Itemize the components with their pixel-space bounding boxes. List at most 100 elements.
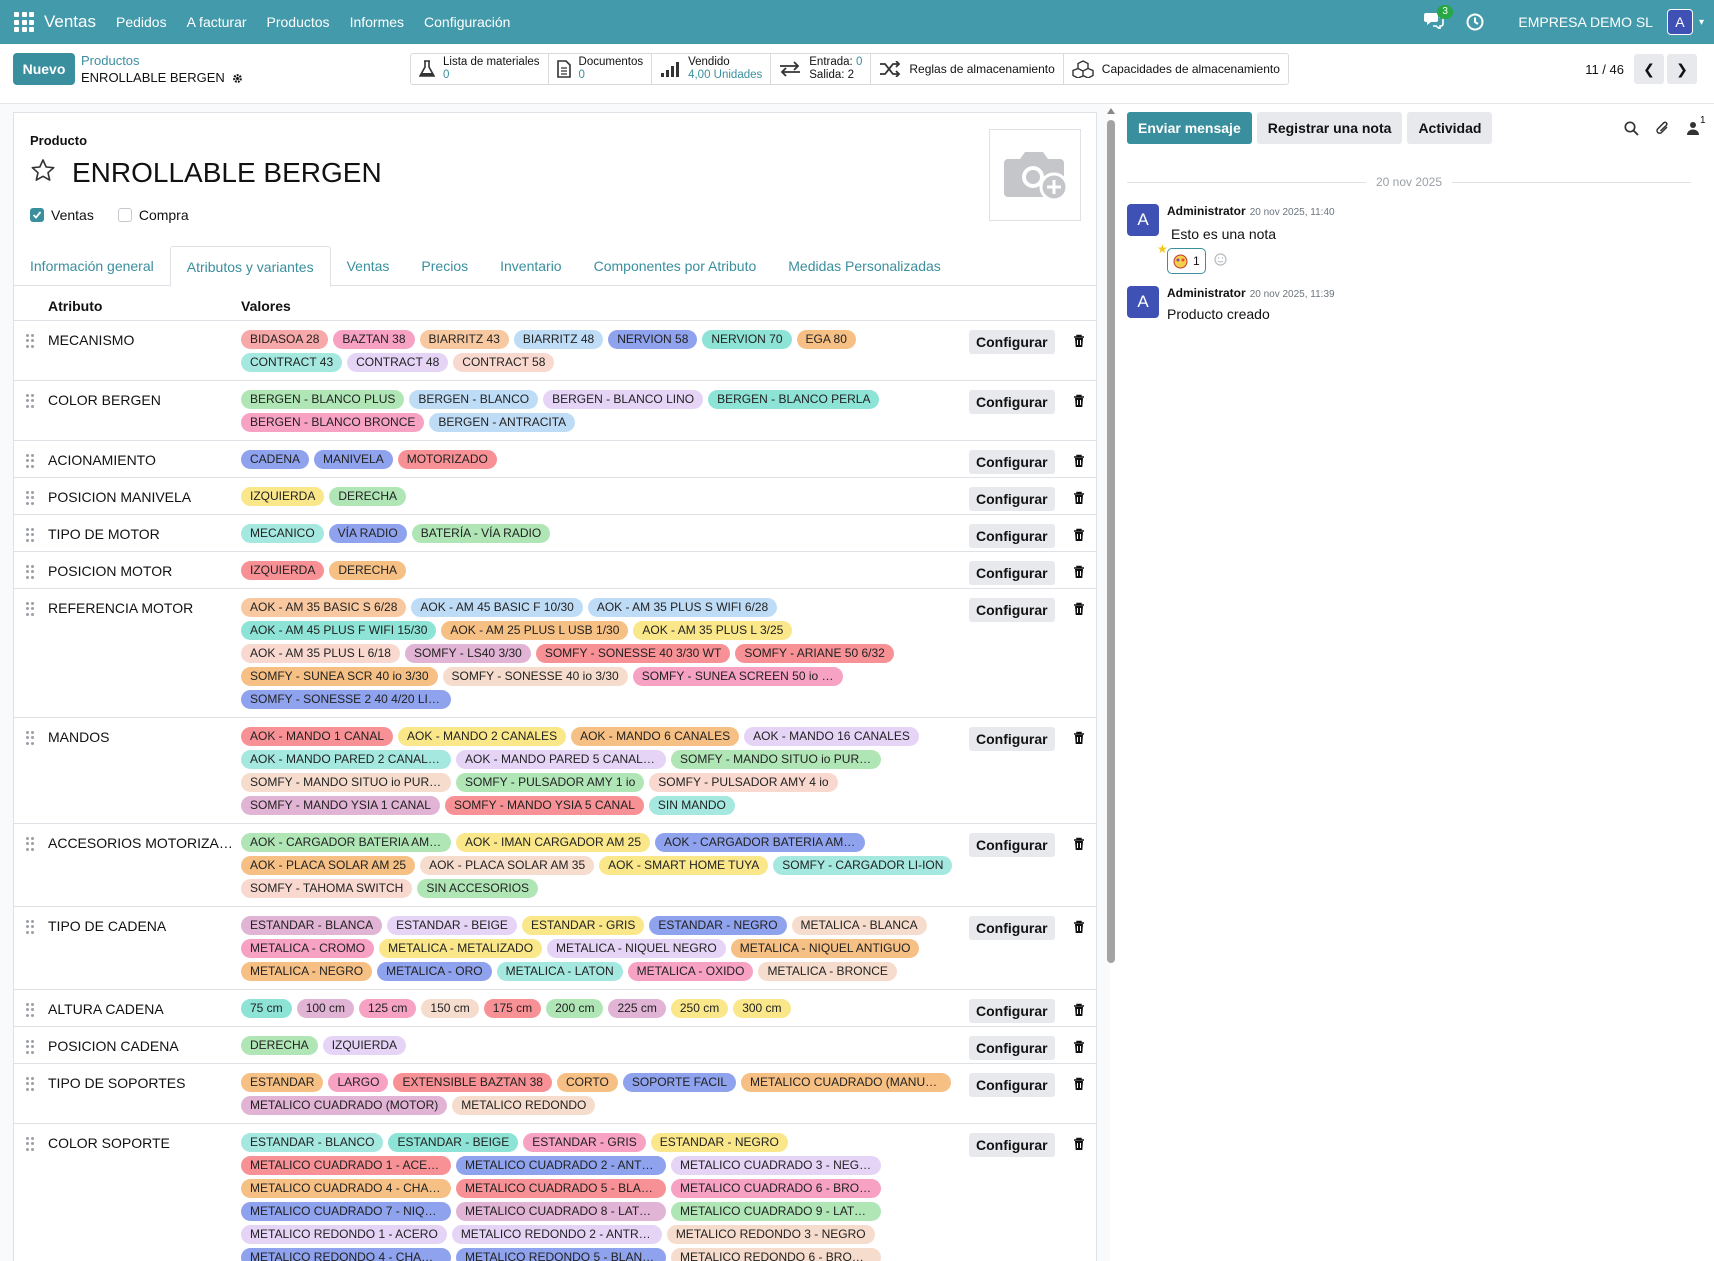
- value-tag[interactable]: METALICO CUADRADO 3 - NEGRO: [671, 1156, 881, 1175]
- new-button[interactable]: Nuevo: [13, 53, 75, 85]
- app-name[interactable]: Ventas: [44, 12, 96, 32]
- attribute-line-row[interactable]: ACIONAMIENTO CADENA MANIVELA MOTORIZADO Conf…: [14, 441, 1096, 478]
- configure-button[interactable]: Configurar: [969, 598, 1055, 622]
- value-tag[interactable]: BERGEN - BLANCO LINO: [543, 390, 704, 409]
- value-tag[interactable]: METALICA - LATON: [496, 962, 623, 981]
- value-tag[interactable]: AOK - AM 25 PLUS L USB 1/30: [441, 621, 629, 640]
- value-tag[interactable]: SOMFY - SUNEA SCREEN 50 io 6/32: [632, 667, 843, 686]
- attribute-line-row[interactable]: TIPO DE MOTOR MECANICO VÍA RADIO BATERÍA - …: [14, 515, 1096, 552]
- value-tag[interactable]: AOK - CARGADOR BATERIA AM 25: [241, 833, 451, 852]
- value-tag[interactable]: METALICO REDONDO 2 - ANTRACITA: [451, 1225, 662, 1244]
- value-tag[interactable]: BERGEN - BLANCO: [409, 390, 539, 409]
- value-tag[interactable]: SOMFY - MANDO SITUO io PURE 1: [671, 750, 881, 769]
- value-tag[interactable]: MOTORIZADO: [397, 450, 497, 469]
- value-tag[interactable]: AOK - AM 35 PLUS L 3/25: [633, 621, 793, 640]
- value-tag[interactable]: NERVION 70: [702, 330, 792, 349]
- value-tag[interactable]: CADENA: [241, 450, 310, 469]
- value-tag[interactable]: BERGEN - BLANCO PLUS: [241, 390, 405, 409]
- drag-handle-icon[interactable]: [26, 1003, 34, 1017]
- value-tag[interactable]: CONTRACT 43: [241, 353, 343, 372]
- configure-button[interactable]: Configurar: [969, 390, 1055, 414]
- pager-next-button[interactable]: ❯: [1667, 54, 1697, 84]
- author-avatar[interactable]: A: [1127, 286, 1159, 318]
- configure-button[interactable]: Configurar: [969, 1036, 1055, 1060]
- attribute-name[interactable]: REFERENCIA MOTOR: [48, 600, 238, 616]
- value-tag[interactable]: ESTANDAR - BLANCO: [241, 1133, 384, 1152]
- tab-inventory[interactable]: Inventario: [484, 246, 577, 286]
- value-tag[interactable]: 225 cm: [608, 999, 666, 1018]
- value-tag[interactable]: MANIVELA: [314, 450, 393, 469]
- value-tag[interactable]: AOK - CARGADOR BATERIA AM 35: [655, 833, 866, 852]
- value-tag[interactable]: METALICA - OXIDO: [627, 962, 754, 981]
- configure-button[interactable]: Configurar: [969, 999, 1055, 1023]
- configure-button[interactable]: Configurar: [969, 833, 1055, 857]
- drag-handle-icon[interactable]: [26, 1137, 34, 1151]
- pager-previous-button[interactable]: ❮: [1634, 54, 1664, 84]
- value-tag[interactable]: SOMFY - MANDO SITUO io PURE 5: [241, 773, 451, 792]
- trash-icon[interactable]: [1073, 394, 1086, 409]
- value-tag[interactable]: SOMFY - SUNEA SCR 40 io 3/30: [241, 667, 438, 686]
- configure-button[interactable]: Configurar: [969, 450, 1055, 474]
- value-tag[interactable]: BERGEN - ANTRACITA: [429, 413, 576, 432]
- attribute-name[interactable]: MECANISMO: [48, 332, 238, 348]
- attribute-values[interactable]: BERGEN - BLANCO PLUS BERGEN - BLANCO BERGE…: [241, 390, 956, 432]
- value-tag[interactable]: EGA 80: [796, 330, 856, 349]
- attribute-name[interactable]: POSICION MANIVELA: [48, 489, 238, 505]
- tab-general-info[interactable]: Información general: [14, 246, 170, 286]
- apps-grid-icon[interactable]: [14, 12, 34, 32]
- menu-configuracion[interactable]: Configuración: [424, 14, 510, 30]
- value-tag[interactable]: ESTANDAR: [241, 1073, 324, 1092]
- value-tag[interactable]: METALICO CUADRADO 7 - NIQUEL: [241, 1202, 451, 1221]
- value-tag[interactable]: SIN MANDO: [648, 796, 735, 815]
- value-tag[interactable]: ESTANDAR - NEGRO: [649, 916, 787, 935]
- value-tag[interactable]: BERGEN - BLANCO BRONCE: [241, 413, 425, 432]
- value-tag[interactable]: METALICO CUADRADO 2 - ANTRACITA: [456, 1156, 666, 1175]
- value-tag[interactable]: ESTANDAR - BLANCA: [241, 916, 383, 935]
- value-tag[interactable]: METALICO REDONDO 1 - ACERO: [241, 1225, 447, 1244]
- value-tag[interactable]: CORTO: [556, 1073, 618, 1092]
- value-tag[interactable]: BERGEN - BLANCO PERLA: [708, 390, 880, 409]
- value-tag[interactable]: 200 cm: [546, 999, 604, 1018]
- activity-button[interactable]: Actividad: [1407, 112, 1493, 144]
- value-tag[interactable]: SOPORTE FACIL: [622, 1073, 737, 1092]
- attribute-name[interactable]: TIPO DE SOPORTES: [48, 1075, 238, 1091]
- value-tag[interactable]: METALICO REDONDO 3 - NEGRO: [666, 1225, 875, 1244]
- drag-handle-icon[interactable]: [26, 602, 34, 616]
- trash-icon[interactable]: [1073, 1077, 1086, 1092]
- value-tag[interactable]: AOK - AM 35 BASIC S 6/28: [241, 598, 407, 617]
- value-tag[interactable]: SOMFY - ARIANE 50 6/32: [735, 644, 894, 663]
- value-tag[interactable]: BIDASOA 28: [241, 330, 329, 349]
- drag-handle-icon[interactable]: [26, 565, 34, 579]
- configure-button[interactable]: Configurar: [969, 916, 1055, 940]
- gear-icon[interactable]: [232, 72, 243, 83]
- menu-a-facturar[interactable]: A facturar: [187, 14, 247, 30]
- configure-button[interactable]: Configurar: [969, 1133, 1055, 1157]
- messages-icon[interactable]: 3: [1424, 5, 1453, 33]
- attribute-name[interactable]: MANDOS: [48, 729, 238, 745]
- attribute-values[interactable]: MECANICO VÍA RADIO BATERÍA - VÍA RADIO: [241, 524, 956, 543]
- value-tag[interactable]: METALICO REDONDO: [452, 1096, 596, 1115]
- drag-handle-icon[interactable]: [26, 731, 34, 745]
- value-tag[interactable]: SOMFY - SONESSE 40 io 3/30: [442, 667, 628, 686]
- trash-icon[interactable]: [1073, 528, 1086, 543]
- attribute-line-row[interactable]: REFERENCIA MOTOR AOK - AM 35 BASIC S 6/28…: [14, 589, 1096, 718]
- value-tag[interactable]: SIN ACCESORIOS: [417, 879, 539, 898]
- value-tag[interactable]: AOK - AM 35 PLUS S WIFI 6/28: [587, 598, 778, 617]
- drag-handle-icon[interactable]: [26, 454, 34, 468]
- drag-handle-icon[interactable]: [26, 334, 34, 348]
- attribute-line-row[interactable]: MECANISMO BIDASOA 28 BAZTAN 38 BIARRITZ 43 B…: [14, 321, 1096, 381]
- menu-informes[interactable]: Informes: [350, 14, 404, 30]
- value-tag[interactable]: MECANICO: [241, 524, 324, 543]
- value-tag[interactable]: METALICA - NIQUEL NEGRO: [547, 939, 726, 958]
- attribute-line-row[interactable]: ALTURA CADENA 75 cm 100 cm 125 cm 150 cm 175 …: [14, 990, 1096, 1027]
- configure-button[interactable]: Configurar: [969, 561, 1055, 585]
- value-tag[interactable]: SOMFY - PULSADOR AMY 4 io: [649, 773, 838, 792]
- attribute-name[interactable]: COLOR SOPORTE: [48, 1135, 238, 1151]
- value-tag[interactable]: SOMFY - SONESSE 2 40 4/20 LI-ION: [241, 690, 451, 709]
- bom-smart-button[interactable]: Lista de materiales 0: [411, 54, 549, 84]
- attribute-values[interactable]: DERECHA IZQUIERDA: [241, 1036, 956, 1055]
- value-tag[interactable]: METALICO REDONDO 5 - BLANCO: [456, 1248, 666, 1261]
- value-tag[interactable]: METALICO CUADRADO (MANUAL): [741, 1073, 952, 1092]
- value-tag[interactable]: BIARRITZ 43: [419, 330, 509, 349]
- value-tag[interactable]: SOMFY - CARGADOR LI-ION: [773, 856, 953, 875]
